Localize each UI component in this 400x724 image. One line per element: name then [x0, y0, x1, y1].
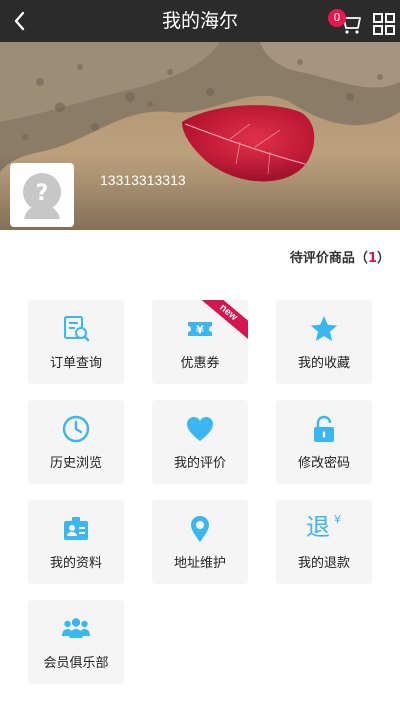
tile-address[interactable]: 地址维护 — [152, 500, 248, 584]
avatar[interactable]: ? — [10, 163, 74, 227]
user-phone: 13313313313 — [100, 172, 186, 188]
tile-label: 地址维护 — [173, 556, 226, 571]
svg-text:?: ? — [36, 181, 49, 206]
tile-label: 我的退款 — [297, 556, 350, 571]
lock-icon — [314, 415, 334, 442]
tile-change-password[interactable]: 修改密码 — [276, 400, 372, 484]
clock-icon — [62, 415, 90, 443]
tile-order-query[interactable]: 订单查询 — [28, 300, 124, 384]
pending-review-label: 待评价商品 — [289, 251, 355, 266]
tile-label: 会员俱乐部 — [43, 656, 109, 671]
pending-review-close-paren: ） — [376, 251, 390, 266]
tile-my-profile[interactable]: 我的资料 — [28, 500, 124, 584]
tile-label: 优惠券 — [180, 356, 220, 371]
pending-review-open-paren: （ — [354, 251, 368, 266]
profile-card-icon — [64, 517, 88, 540]
tile-refunds[interactable]: 退 ¥ 我的退款 — [276, 500, 372, 584]
tile-label: 我的资料 — [49, 556, 102, 571]
star-icon — [310, 316, 338, 341]
pending-review-link[interactable]: 待评价商品（1） — [290, 247, 390, 266]
tile-history[interactable]: 历史浏览 — [28, 400, 124, 484]
location-pin-icon — [191, 516, 209, 542]
tile-label: 我的收藏 — [297, 356, 350, 371]
cart-count-badge: 0 — [328, 9, 346, 27]
order-search-icon — [64, 316, 90, 342]
cart-button[interactable]: 0 — [328, 9, 362, 35]
tile-label: 历史浏览 — [49, 456, 102, 471]
tile-label: 修改密码 — [297, 456, 350, 471]
grid-menu-icon[interactable] — [373, 13, 395, 35]
default-avatar-icon: ? — [23, 173, 61, 219]
profile-banner: ? 13313313313 — [0, 42, 400, 230]
refund-icon-yuan: ¥ — [334, 513, 341, 526]
tile-members-club[interactable]: 会员俱乐部 — [28, 600, 124, 684]
tile-coupons[interactable]: ¥ new 优惠券 — [152, 300, 248, 384]
heart-icon — [187, 417, 213, 441]
top-bar: 我的海尔 0 — [0, 0, 400, 42]
coupon-icon: ¥ — [188, 322, 212, 337]
members-icon — [62, 618, 90, 638]
tile-label: 订单查询 — [49, 356, 102, 371]
refund-icon-glyph: 退 — [306, 513, 330, 541]
svg-text:¥: ¥ — [196, 324, 204, 337]
pending-review-count: 1 — [367, 251, 377, 266]
refund-icon: 退 ¥ — [306, 512, 346, 544]
tile-my-reviews[interactable]: 我的评价 — [152, 400, 248, 484]
tile-favorites[interactable]: 我的收藏 — [276, 300, 372, 384]
tile-label: 我的评价 — [173, 456, 226, 471]
